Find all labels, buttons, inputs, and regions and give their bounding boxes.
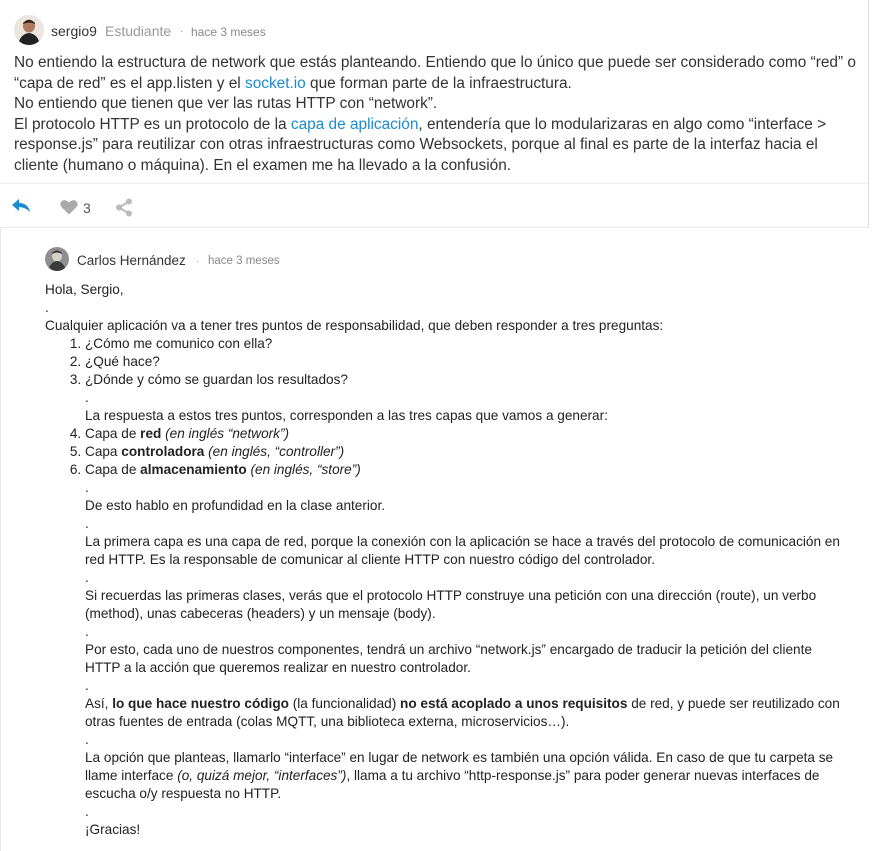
list-item: Capa de red (en inglés “network”) (85, 425, 845, 443)
reply-paragraph: La opción que planteas, llamarlo “interf… (85, 749, 845, 803)
reply-timestamp: hace 3 meses (208, 255, 280, 267)
bold-text: almacenamiento (140, 462, 247, 477)
spacer-dot: . (85, 732, 89, 747)
spacer-dot: . (85, 516, 89, 531)
italic-text: (en inglés “network”) (161, 426, 290, 441)
reply-card: Carlos Hernández · hace 3 meses Hola, Se… (0, 0, 868, 851)
list-item: ¿Dónde y cómo se guardan los resultados? (85, 371, 845, 389)
bold-text: controladora (121, 444, 205, 459)
italic-text: (en inglés, “controller”) (204, 444, 345, 459)
layers-list: Capa de red (en inglés “network”) Capa c… (45, 425, 845, 479)
questions-list: ¿Cómo me comunico con ella? ¿Qué hace? ¿… (45, 335, 845, 389)
reply-paragraph: Así, lo que hace nuestro código (la func… (85, 695, 845, 731)
reply-paragraph: Cualquier aplicación va a tener tres pun… (45, 318, 664, 333)
person-photo-icon (45, 247, 69, 271)
reply-paragraph: La respuesta a estos tres puntos, corres… (85, 408, 608, 423)
reply-paragraph: Si recuerdas las primeras clases, verás … (85, 588, 817, 621)
spacer-dot: . (85, 678, 89, 693)
list-item: ¿Cómo me comunico con ella? (85, 335, 845, 353)
bold-text: red (140, 426, 162, 441)
spacer-dot: . (85, 480, 89, 495)
reply-paragraph: De esto hablo en profundidad en la clase… (85, 498, 386, 513)
bold-text: no está acoplado a unos requisitos (400, 696, 628, 711)
spacer-dot: . (45, 300, 49, 315)
reply-body: Hola, Sergio, . Cualquier aplicación va … (45, 281, 845, 839)
reply-paragraph: La primera capa es una capa de red, porq… (85, 534, 840, 567)
bold-text: lo que hace nuestro código (112, 696, 289, 711)
reply-author[interactable]: Carlos Hernández (77, 253, 186, 268)
text: Capa (85, 444, 122, 459)
italic-text: (o, quizá mejor, “interfaces”) (177, 768, 347, 783)
closing: ¡Gracias! (85, 822, 141, 837)
spacer-dot: . (85, 390, 89, 405)
spacer-dot: . (85, 804, 89, 819)
list-item: Capa controladora (en inglés, “controlle… (85, 443, 845, 461)
list-item: Capa de almacenamiento (en inglés, “stor… (85, 461, 845, 479)
text: Así, (85, 696, 113, 711)
text: Capa de (85, 462, 141, 477)
reply-avatar[interactable] (45, 247, 69, 271)
text: (la funcionalidad) (288, 696, 401, 711)
italic-text: (en inglés, “store”) (246, 462, 361, 477)
list-item: ¿Qué hace? (85, 353, 845, 371)
greeting: Hola, Sergio, (45, 282, 124, 297)
meta-separator: · (196, 256, 200, 267)
spacer-dot: . (85, 570, 89, 585)
spacer-dot: . (85, 624, 89, 639)
reply-paragraph: Por esto, cada uno de nuestros component… (85, 642, 812, 675)
text: Capa de (85, 426, 141, 441)
